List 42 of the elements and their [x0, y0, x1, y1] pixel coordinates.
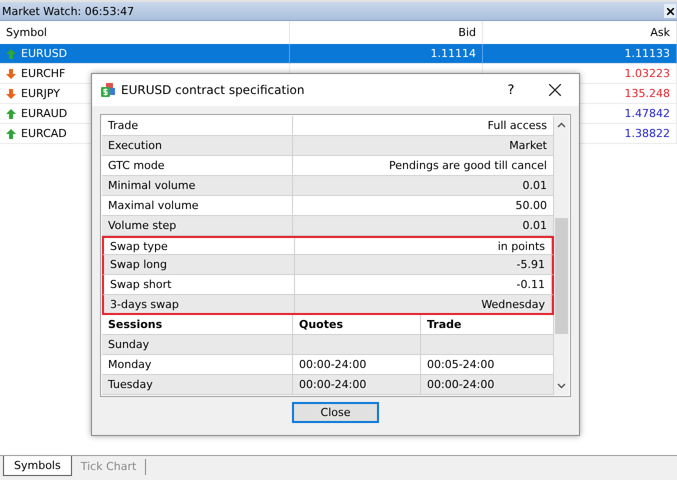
session-time: 00:00-24:00 [293, 355, 421, 374]
close-icon [549, 84, 561, 96]
symbol-cell[interactable]: EURUSD [0, 44, 290, 64]
property-label: Swap short [104, 275, 295, 294]
symbol-name: EURCHF [21, 67, 66, 80]
column-header: Quotes [293, 315, 421, 334]
column-header: Sessions [102, 315, 293, 334]
property-label: Trade [102, 116, 293, 135]
property-value: -5.91 [295, 255, 552, 274]
up-arrow-icon [6, 48, 16, 58]
symbol-name: EURJPY [21, 87, 60, 100]
property-label: Swap type [104, 238, 295, 254]
symbol-name: EURAUD [21, 107, 68, 120]
help-button[interactable]: ? [496, 82, 526, 98]
session-day: Sunday [102, 335, 293, 354]
session-day: Monday [102, 355, 293, 374]
close-button[interactable] [664, 4, 676, 18]
ask-cell: 1.11133 [483, 44, 677, 64]
bid-cell: 1.11114 [290, 44, 483, 64]
close-button[interactable]: Close [292, 402, 379, 422]
scroll-down-icon[interactable] [557, 383, 566, 389]
session-time: 00:00-24:00 [293, 375, 421, 394]
property-label: GTC mode [102, 156, 293, 175]
symbol-name: EURCAD [21, 127, 67, 140]
property-label: Execution [102, 136, 293, 155]
close-icon [666, 8, 674, 14]
panel-title: Market Watch: 06:53:47 [2, 4, 134, 18]
property-label: 3-days swap [104, 295, 295, 314]
property-label: Volume step [102, 216, 293, 235]
property-label: Minimal volume [102, 176, 293, 195]
scrollbar[interactable] [554, 116, 569, 395]
tab[interactable]: Symbols [3, 456, 72, 476]
money-icon [100, 82, 116, 98]
property-value: in points [295, 238, 552, 254]
property-value: -0.11 [295, 275, 552, 294]
session-day: Tuesday [102, 375, 293, 394]
symbol-name: EURUSD [21, 47, 68, 60]
property-label: Swap long [104, 255, 295, 274]
scroll-up-icon[interactable] [557, 122, 566, 128]
property-value: Wednesday [295, 295, 552, 314]
dialog-title: EURUSD contract specification [121, 83, 306, 97]
property-label: Maximal volume [102, 196, 293, 215]
